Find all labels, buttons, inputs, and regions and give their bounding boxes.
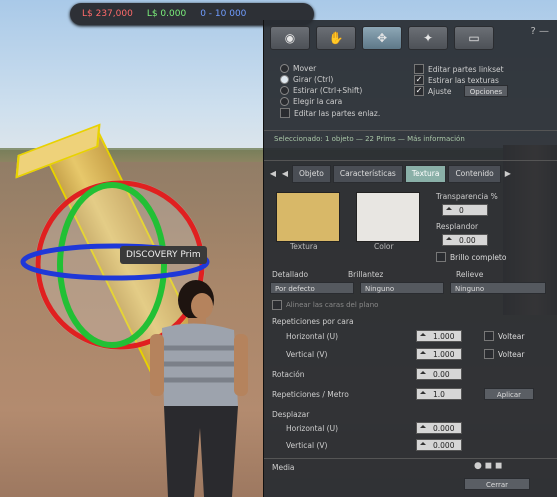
offset-horizontal-label: Horizontal (U) [286,424,339,433]
tab-bar: ◀ ◀ Objeto Características Textura Conte… [268,165,513,183]
bumpiness-label: Relieve [456,270,484,279]
horizontal-u-label: Horizontal (U) [286,332,339,341]
flip-v-checkbox[interactable]: Voltear [484,349,524,359]
offset-label: Desplazar [272,410,310,419]
texture-swatch-label: Textura [290,242,318,251]
radio-icon[interactable] [280,64,289,73]
mapping-label: Detallado [272,270,309,279]
shininess-label: Brillantez [348,270,384,279]
divider [264,458,557,459]
divider [264,160,557,161]
option-select-face[interactable]: Elegir la cara [280,97,342,106]
tab-object[interactable]: Objeto [292,165,331,183]
checkbox-icon[interactable] [280,108,290,118]
option-move[interactable]: Mover [280,64,316,73]
checkbox-icon[interactable] [484,349,494,359]
extra-readout: 0 - 10 000 [200,9,247,19]
build-floater: ◉ ✋ ✥ ✦ ▭ ? — Mover Girar (Ctrl) Estirar… [263,20,557,497]
move-icon[interactable]: ✥ [362,26,402,50]
transparency-label: Transparencia % [436,192,498,201]
color-swatch-label: Color [374,242,394,251]
checkbox-icon[interactable] [414,64,424,74]
tab-scroll-left-icon[interactable]: ◀ [268,166,278,182]
radio-icon[interactable] [280,97,289,106]
align-planar-checkbox[interactable]: Alinear las caras del plano [272,300,378,310]
radio-icon[interactable] [280,86,289,95]
build-toolbar: ◉ ✋ ✥ ✦ ▭ [270,26,494,50]
horizontal-repeat-spinner[interactable]: 1.000 [416,330,462,342]
hand-icon[interactable]: ✋ [316,26,356,50]
object-name-tag: DISCOVERY Prim [120,246,207,264]
checkbox-icon[interactable] [484,331,494,341]
fullbright-checkbox[interactable]: Brillo completo [436,252,506,262]
checkbox-icon[interactable]: ✓ [414,75,424,85]
viewer-scene: DISCOVERY Prim L$ 237,000 L$ 0.000 0 - 1… [0,0,557,497]
shininess-dropdown[interactable]: Ninguno [360,282,444,294]
rotation-label: Rotación [272,370,305,379]
checkbox-icon[interactable]: ✓ [414,86,424,96]
option-rotate[interactable]: Girar (Ctrl) [280,75,333,84]
divider [264,130,557,131]
tab-features[interactable]: Características [332,165,403,183]
media-label: Media [272,463,295,472]
flip-h-checkbox[interactable]: Voltear [484,331,524,341]
option-stretch-textures[interactable]: ✓ Estirar las texturas [414,75,499,85]
repeats-label: Repeticiones por cara [272,317,354,326]
offset-horizontal-spinner[interactable]: 0.000 [416,422,462,434]
repeats-per-meter-label: Repeticiones / Metro [272,390,349,399]
grid-options-button[interactable]: Opciones [464,85,508,97]
transparency-spinner[interactable]: 0 [442,204,488,216]
glow-label: Resplandor [436,222,479,231]
media-controls-icon[interactable]: ● ◼ ◼ [474,461,503,471]
tab-texture[interactable]: Textura [404,165,447,183]
texture-swatch[interactable] [276,192,340,242]
vertical-v-label: Vertical (V) [286,350,328,359]
tab-next-icon[interactable]: ▶ [503,166,513,182]
checkbox-icon[interactable] [436,252,446,262]
tab-prev-icon[interactable]: ◀ [280,166,290,182]
glow-spinner[interactable]: 0.00 [442,234,488,246]
color-swatch[interactable] [356,192,420,242]
land-icon[interactable]: ▭ [454,26,494,50]
selection-info: Seleccionado: 1 objeto — 22 Prims — Más … [274,135,465,143]
radio-icon[interactable] [280,75,289,84]
offset-vertical-label: Vertical (V) [286,441,328,450]
rotation-spinner[interactable]: 0.00 [416,368,462,380]
option-edit-linked[interactable]: Editar las partes enlaz. [280,108,380,118]
vertical-repeat-spinner[interactable]: 1.000 [416,348,462,360]
balance-readout: L$ 237,000 [82,9,133,19]
camera-icon[interactable]: ◉ [270,26,310,50]
close-button[interactable]: Cerrar [464,478,530,490]
bumpiness-dropdown[interactable]: Ninguno [450,282,546,294]
offset-vertical-spinner[interactable]: 0.000 [416,439,462,451]
option-snap[interactable]: ✓ Ajuste [414,86,451,96]
option-edit-linkset[interactable]: Editar partes linkset [414,64,504,74]
mapping-dropdown[interactable]: Por defecto [270,282,354,294]
window-controls[interactable]: ? — [531,26,550,37]
fps-readout: L$ 0.000 [146,9,187,19]
create-icon[interactable]: ✦ [408,26,448,50]
repeats-per-meter-spinner[interactable]: 1.0 [416,388,462,400]
avatar [150,280,248,497]
checkbox-icon[interactable] [272,300,282,310]
apply-button[interactable]: Aplicar [484,388,534,400]
option-stretch[interactable]: Estirar (Ctrl+Shift) [280,86,362,95]
tab-content[interactable]: Contenido [448,165,501,183]
